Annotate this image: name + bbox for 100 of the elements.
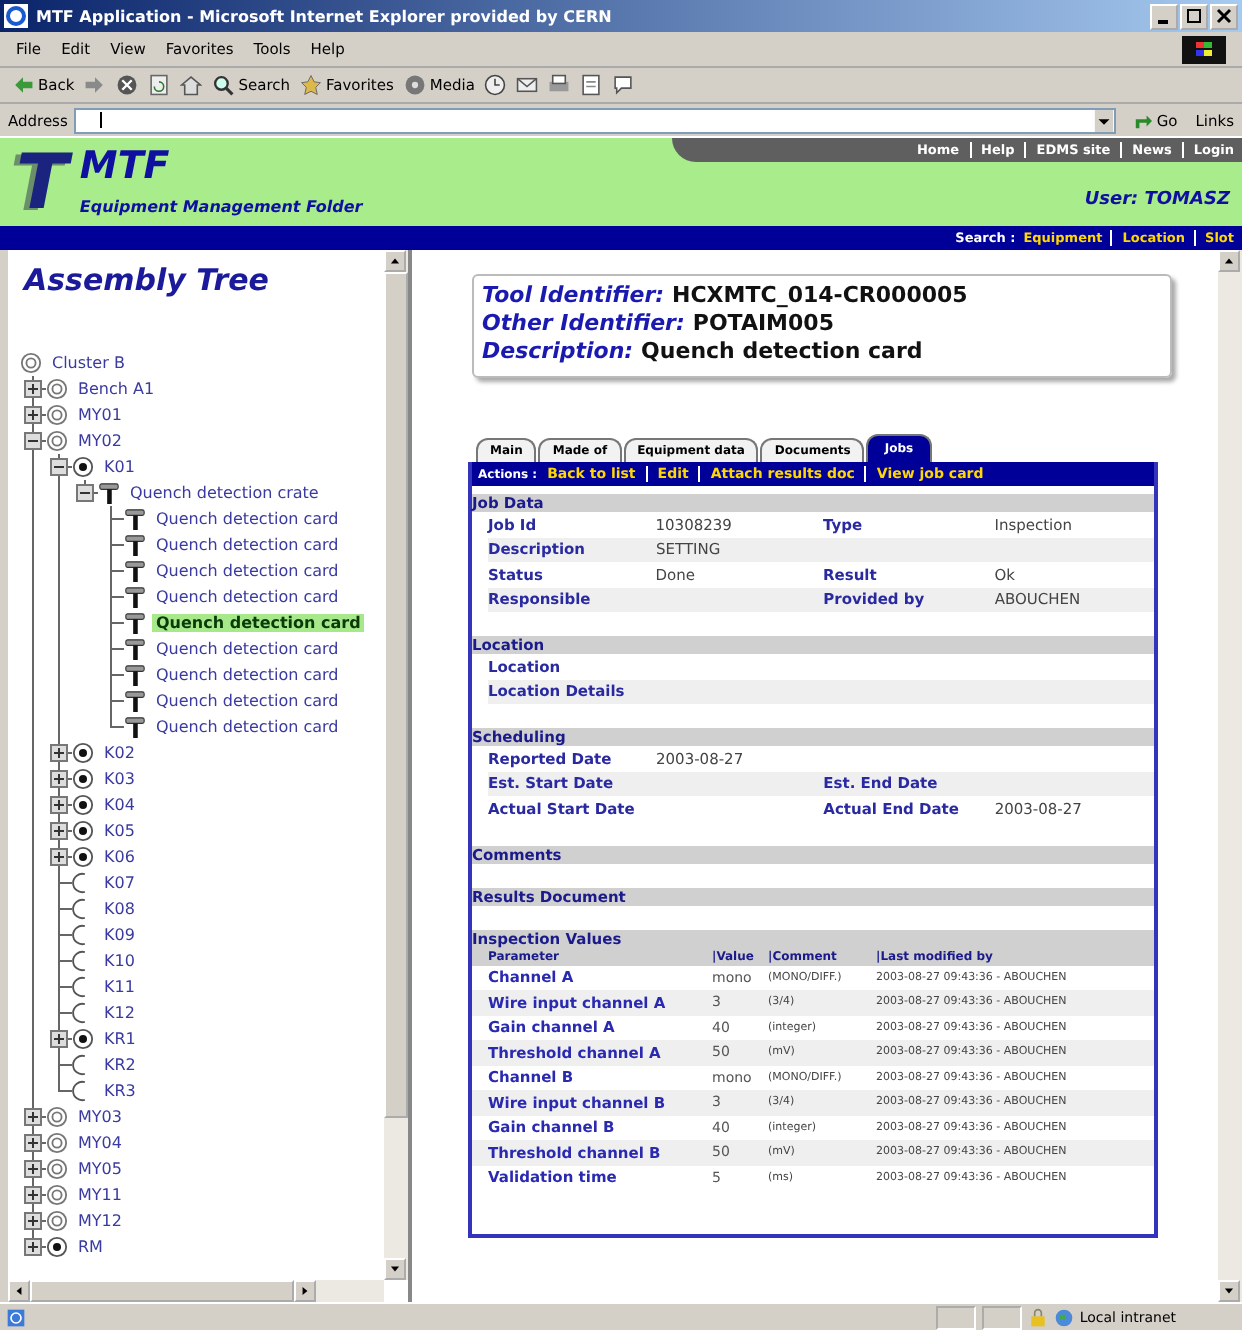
tree-item[interactable]: K01 bbox=[100, 458, 139, 476]
scroll-down-icon[interactable] bbox=[1218, 1280, 1240, 1302]
maximize-icon bbox=[1186, 8, 1202, 24]
toolbar-button[interactable] bbox=[516, 74, 539, 96]
tree-item[interactable]: MY05 bbox=[74, 1160, 126, 1178]
arrow-icon bbox=[1134, 111, 1153, 129]
tree-item[interactable]: K08 bbox=[100, 900, 139, 918]
tree-item[interactable]: K06 bbox=[100, 848, 139, 866]
minimize-button[interactable] bbox=[1150, 3, 1178, 29]
lock-icon bbox=[1027, 1307, 1048, 1327]
tree-item[interactable]: K02 bbox=[100, 744, 139, 762]
tree-item[interactable]: Quench detection card bbox=[152, 536, 343, 554]
tree-item[interactable]: KR2 bbox=[100, 1056, 140, 1074]
close-icon bbox=[1216, 8, 1232, 24]
tree-item[interactable]: MY04 bbox=[74, 1134, 126, 1152]
tree-item[interactable]: K07 bbox=[100, 874, 139, 892]
expand-icon[interactable] bbox=[24, 1108, 42, 1126]
t-shaped-icon bbox=[124, 534, 146, 556]
dot-circle-icon bbox=[72, 794, 94, 816]
ring-icon bbox=[46, 1106, 68, 1128]
tree-item[interactable]: Quench detection card bbox=[152, 640, 343, 658]
toolbar-button[interactable] bbox=[180, 74, 203, 96]
maximize-button[interactable] bbox=[1180, 3, 1208, 29]
expand-icon[interactable] bbox=[50, 1030, 68, 1048]
tree-item[interactable]: Quench detection card bbox=[152, 614, 365, 632]
ring-icon bbox=[46, 1132, 68, 1154]
tree-item[interactable]: Quench detection card bbox=[152, 666, 343, 684]
expand-icon[interactable] bbox=[24, 1186, 42, 1204]
scroll-left-icon[interactable] bbox=[8, 1280, 30, 1302]
tree-item[interactable]: Quench detection card bbox=[152, 562, 343, 580]
tree-item[interactable]: K05 bbox=[100, 822, 139, 840]
dot-circle-icon bbox=[72, 1028, 94, 1050]
expand-icon[interactable] bbox=[24, 380, 42, 398]
tree-item[interactable]: MY02 bbox=[74, 432, 126, 450]
tree-item[interactable]: K12 bbox=[100, 1004, 139, 1022]
tree-item[interactable]: RM bbox=[74, 1238, 107, 1256]
toolbar-button[interactable] bbox=[484, 74, 507, 96]
expand-icon[interactable] bbox=[24, 1212, 42, 1230]
scroll-up-icon[interactable] bbox=[1218, 250, 1240, 272]
close-button[interactable] bbox=[1210, 3, 1238, 29]
scroll-right-icon[interactable] bbox=[294, 1280, 316, 1302]
tree-item[interactable]: KR1 bbox=[100, 1030, 140, 1048]
tree-item[interactable]: K11 bbox=[100, 978, 139, 996]
toolbar-button[interactable] bbox=[548, 74, 571, 96]
dot-circle-icon bbox=[46, 1236, 68, 1258]
tree-item[interactable]: MY11 bbox=[74, 1186, 126, 1204]
toolbar-button[interactable] bbox=[580, 74, 603, 96]
scroll-up-icon[interactable] bbox=[384, 250, 406, 272]
tree-item[interactable]: K04 bbox=[100, 796, 139, 814]
tree-item[interactable]: Quench detection card bbox=[152, 510, 343, 528]
tree-item[interactable]: Quench detection card bbox=[152, 692, 343, 710]
collapse-icon[interactable] bbox=[50, 458, 68, 476]
toolbar-button[interactable] bbox=[148, 74, 171, 96]
expand-icon[interactable] bbox=[50, 822, 68, 840]
toolbar-button[interactable] bbox=[116, 74, 139, 96]
expand-icon[interactable] bbox=[24, 1134, 42, 1152]
printer-icon bbox=[548, 74, 571, 96]
tree-item[interactable]: K09 bbox=[100, 926, 139, 944]
tree-item[interactable]: Quench detection card bbox=[152, 588, 343, 606]
back-icon bbox=[12, 74, 34, 96]
ring-icon bbox=[46, 1184, 68, 1206]
expand-icon[interactable] bbox=[50, 744, 68, 762]
tree-item[interactable]: Bench A1 bbox=[74, 380, 159, 398]
expand-icon[interactable] bbox=[24, 406, 42, 424]
dot-circle-icon bbox=[72, 742, 94, 764]
app-title: MTF bbox=[79, 148, 172, 186]
identifier-value: HCXMTC_014-CR000005 bbox=[672, 282, 968, 310]
tree-item[interactable]: MY12 bbox=[74, 1212, 126, 1230]
expand-icon[interactable] bbox=[24, 1238, 42, 1256]
tree-item[interactable]: MY03 bbox=[74, 1108, 126, 1126]
scroll-down-icon[interactable] bbox=[384, 1258, 406, 1280]
media-icon bbox=[403, 74, 426, 96]
ring-icon bbox=[46, 404, 68, 426]
address-field[interactable] bbox=[73, 107, 1117, 133]
tree-item[interactable]: MY01 bbox=[74, 406, 126, 424]
expand-icon[interactable] bbox=[24, 1160, 42, 1178]
windows-logo-icon bbox=[1182, 35, 1226, 63]
speech-bubble-icon bbox=[612, 74, 635, 96]
expand-icon[interactable] bbox=[50, 770, 68, 788]
scroll-thumb[interactable] bbox=[384, 272, 408, 1118]
tree-item[interactable]: Cluster B bbox=[48, 354, 129, 372]
tree-item[interactable]: Quench detection crate bbox=[126, 484, 323, 502]
expand-icon[interactable] bbox=[50, 796, 68, 814]
page-icon bbox=[6, 1307, 26, 1327]
tree-item[interactable]: K10 bbox=[100, 952, 139, 970]
collapse-icon[interactable] bbox=[24, 432, 42, 450]
tree-item[interactable]: Quench detection card bbox=[152, 718, 343, 736]
t-shaped-icon bbox=[98, 482, 120, 504]
tree-item[interactable]: KR3 bbox=[100, 1082, 140, 1100]
scrollbar[interactable] bbox=[1218, 250, 1242, 1302]
expand-icon[interactable] bbox=[50, 848, 68, 866]
tree-item[interactable]: K03 bbox=[100, 770, 139, 788]
scrollbar[interactable] bbox=[8, 1280, 384, 1302]
t-shaped-icon bbox=[124, 560, 146, 582]
toolbar-button[interactable] bbox=[612, 74, 635, 96]
collapse-icon[interactable] bbox=[76, 484, 94, 502]
scrollbar[interactable] bbox=[384, 250, 408, 1280]
scroll-thumb[interactable] bbox=[30, 1280, 294, 1302]
forward-icon bbox=[84, 74, 107, 96]
t-shaped-icon bbox=[124, 664, 146, 686]
